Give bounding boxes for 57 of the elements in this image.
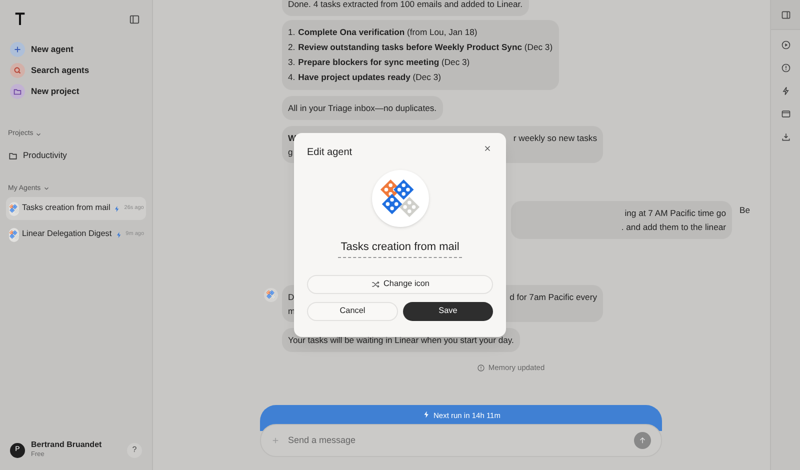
search-icon [12, 65, 23, 76]
message-bubble: Done. 4 tasks extracted from 100 emails and added to Linear. [282, 0, 529, 16]
agent-avatar-icon [9, 230, 19, 240]
download-icon [780, 132, 790, 142]
user-name: Bertrand Bruandet [31, 440, 102, 450]
project-item[interactable]: Productivity [6, 146, 146, 166]
list-number: 2. [288, 41, 296, 54]
message-fragment: Be [739, 204, 750, 217]
info-icon [780, 63, 790, 73]
list-item: Prepare blockers for sync meeting (Dec 3) [298, 56, 470, 69]
message-fragment: ing at 7 AM Pacific time go [624, 207, 726, 220]
bolt-icon [114, 230, 123, 238]
list-item: Have project updates ready (Dec 3) [298, 71, 441, 84]
window-icon [780, 109, 790, 119]
plus-icon [12, 44, 23, 55]
agent-avatar-icon [9, 204, 19, 214]
list-number: 3. [288, 56, 296, 69]
change-icon-button[interactable]: Change icon [307, 274, 493, 294]
agent-name: Linear Delegation Digest [22, 228, 112, 240]
sidebar-action[interactable]: New project [6, 81, 146, 102]
arrow-up-icon [638, 436, 647, 445]
info-icon [477, 364, 486, 372]
chevron-down-icon [35, 130, 42, 138]
message-fragment: D [288, 291, 296, 304]
message-fragment: r weekly so new tasks [513, 132, 597, 145]
agent-name-field[interactable]: Tasks creation from mail [338, 239, 462, 258]
save-button[interactable]: Save [403, 302, 493, 320]
message-fragment: d for 7am Pacific every [510, 291, 597, 304]
chevron-down-icon [42, 185, 50, 192]
cancel-button[interactable]: Cancel [307, 302, 398, 320]
agent-avatar-icon [266, 290, 276, 300]
sidebar-action[interactable]: Search agents [6, 60, 146, 81]
sidebar-toggle-icon [129, 14, 140, 24]
list-number: 4. [288, 71, 296, 84]
close-icon [483, 144, 492, 152]
play-circle-icon [780, 40, 790, 50]
folder-icon [8, 150, 18, 160]
bolt-icon [422, 410, 430, 419]
bolt-icon [780, 86, 790, 96]
message-fragment: . and add them to the linear [621, 221, 726, 234]
dialog-title: Edit agent [307, 146, 352, 160]
plus-icon [271, 436, 280, 445]
panel-toggle-icon [780, 10, 790, 20]
list-item: Review outstanding tasks before Weekly Product Sync (Dec 3) [298, 41, 553, 54]
message-fragment: g [288, 146, 294, 159]
sidebar-action[interactable]: New agent [6, 39, 146, 60]
close-button[interactable] [483, 143, 493, 153]
list-item: Complete Ona verification (from Lou, Jan 18) [298, 26, 478, 39]
bolt-icon [113, 204, 122, 212]
message-input[interactable]: Send a message [288, 434, 626, 448]
help-button[interactable]: ? [127, 442, 142, 458]
agent-name: Tasks creation from mail [22, 202, 110, 214]
list-number: 1. [288, 26, 296, 39]
shuffle-icon [370, 280, 380, 288]
agent-icon [379, 178, 421, 220]
message-field[interactable]: Send a message [260, 424, 662, 457]
message-bubble: All in your Triage inbox—no duplicates. [282, 96, 443, 120]
